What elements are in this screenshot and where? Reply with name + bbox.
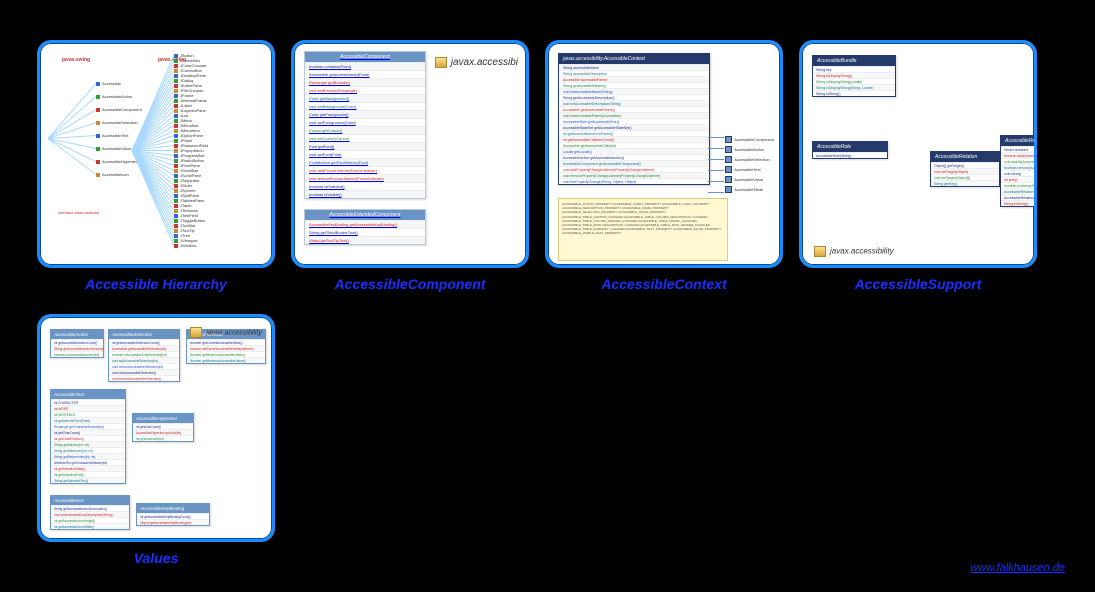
panel-accessible-extended-component: AccessibleExtendedComponent AccessibleKe… <box>304 209 426 245</box>
uml-box: AccessibleKeyBindingint getAccessibleKey… <box>136 503 210 526</box>
uml-box: AccessibleHypertextint getLinkCount()Acc… <box>132 413 194 442</box>
caption-accessible-context: AccessibleContext <box>601 276 726 292</box>
panel-header: AccessibleExtendedComponent <box>305 210 425 220</box>
package-label: javax.accessibility <box>814 246 894 257</box>
card-values[interactable]: AccessibleActionint getAccessibleActionC… <box>37 314 275 542</box>
uml-box: AccessibleActionint getAccessibleActionC… <box>50 329 104 358</box>
uml-box: AccessibleBundleString keyString toDispl… <box>812 55 896 97</box>
caption-accessible-support: AccessibleSupport <box>855 276 982 292</box>
card-accessible-context[interactable]: javax.accessibility.AccessibleContext St… <box>545 40 783 268</box>
package-label: javax.accessibi <box>435 57 518 68</box>
context-panel: javax.accessibility.AccessibleContext St… <box>558 53 710 185</box>
caption-values: Values <box>134 550 179 566</box>
panel-accessible-component: AccessibleComponent boolean contains(Poi… <box>304 51 426 199</box>
footer-link[interactable]: www.falkhausen.de <box>970 562 1065 574</box>
card-accessible-component-wrap: javax.accessibi AccessibleComponent bool… <box>294 40 526 292</box>
uml-box: AccessibleTextint CHARACTERint WORDint S… <box>50 389 126 484</box>
uml-box: AccessibleRelationObject[] getTarget()vo… <box>930 151 1000 187</box>
card-accessible-support[interactable]: AccessibleBundleString keyString toDispl… <box>799 40 1037 268</box>
card-accessible-context-wrap: javax.accessibility.AccessibleContext St… <box>548 40 780 292</box>
uml-box: AccessibleIconString getAccessibleIconDe… <box>50 495 130 530</box>
uml-box: AccessibleSelectionint getAccessibleSele… <box>108 329 180 382</box>
card-accessible-support-wrap: AccessibleBundleString keyString toDispl… <box>802 40 1034 292</box>
context-constants-note: ACCESSIBLE_ACTION_PROPERTY ACCESSIBLE_CA… <box>558 198 728 261</box>
card-accessible-hierarchy-wrap: javax.swing javax.swing AccessibleAccess… <box>40 40 272 292</box>
context-right-nodes: AccessibleComponentAccessibleActionAcces… <box>725 133 774 196</box>
card-values-wrap: AccessibleActionint getAccessibleActionC… <box>40 314 272 566</box>
context-header: javax.accessibility.AccessibleContext <box>559 54 709 64</box>
caption-accessible-component: AccessibleComponent <box>335 276 486 292</box>
package-label: javax.accessibility <box>190 327 262 338</box>
uml-box: AccessibleRelationSetVector relationsboo… <box>1000 135 1036 207</box>
card-accessible-hierarchy[interactable]: javax.swing javax.swing AccessibleAccess… <box>37 40 275 268</box>
hierarchy-legend: interface class abstract <box>58 210 99 215</box>
panel-header: AccessibleComponent <box>305 52 425 62</box>
card-grid: javax.swing javax.swing AccessibleAccess… <box>0 0 1095 566</box>
card-accessible-component[interactable]: javax.accessibi AccessibleComponent bool… <box>291 40 529 268</box>
caption-accessible-hierarchy: Accessible Hierarchy <box>85 276 227 292</box>
hierarchy-left-header: javax.swing <box>62 57 90 63</box>
uml-box: AccessibleRoleAccessibleRole(String) <box>812 141 888 159</box>
